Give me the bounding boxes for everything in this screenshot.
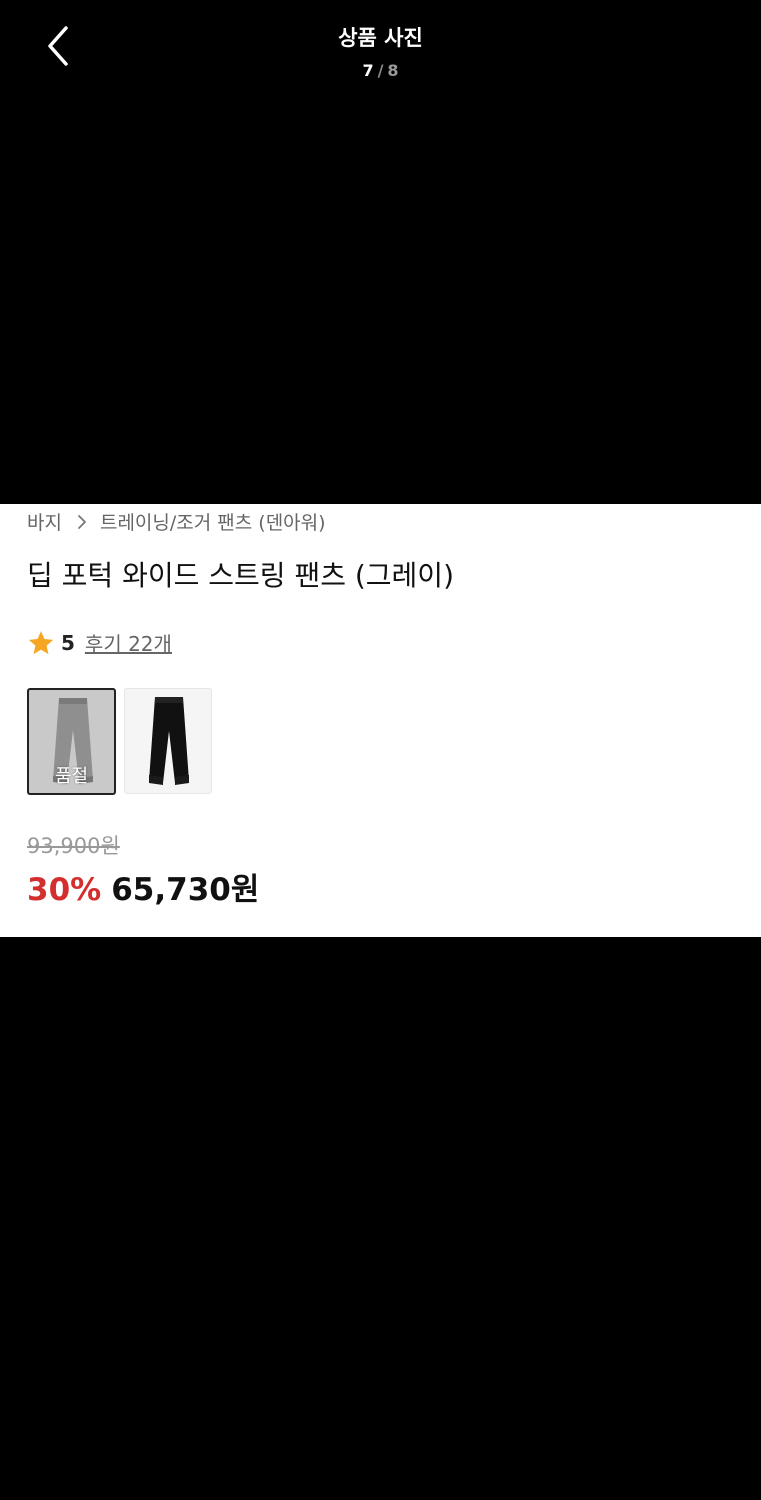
rating: 5 후기 22개 — [27, 628, 172, 657]
option-thumbnail-gray[interactable]: 품절 — [27, 688, 116, 795]
price-row: 30% 65,730원 — [27, 864, 259, 909]
counter-current: 7 — [362, 61, 374, 80]
breadcrumb-item-pants[interactable]: 바지 — [27, 508, 62, 535]
soldout-label: 품절 — [54, 766, 89, 787]
top-bar: 상품 사진 7/8 — [0, 0, 761, 100]
photo-counter: 7/8 — [0, 61, 761, 80]
option-thumbnail-black[interactable] — [124, 688, 212, 794]
original-price: 93,900원 — [27, 834, 120, 858]
page-title: 상품 사진 — [338, 26, 423, 50]
breadcrumb-item-training-jogger[interactable]: 트레이닝/조거 팬츠 (덴아워) — [100, 508, 326, 535]
counter-total: 8 — [387, 61, 399, 80]
counter-separator: / — [377, 61, 384, 80]
product-name: 딥 포턱 와이드 스트링 팬츠 (그레이) — [27, 559, 454, 592]
rating-score: 5 — [61, 630, 75, 655]
black-pants-image — [149, 697, 189, 785]
reviews-link[interactable]: 후기 22개 — [85, 628, 172, 657]
photo-viewer[interactable] — [0, 100, 761, 504]
star-icon — [28, 630, 54, 654]
color-options: 품절 — [27, 688, 220, 795]
sale-price: 65,730원 — [111, 872, 260, 908]
product-info-panel: 바지 트레이닝/조거 팬츠 (덴아워) 딥 포턱 와이드 스트링 팬츠 (그레이… — [0, 504, 761, 937]
chevron-right-icon — [78, 514, 86, 529]
breadcrumb: 바지 트레이닝/조거 팬츠 (덴아워) — [27, 508, 326, 535]
discount-rate: 30% — [27, 872, 102, 908]
photo-viewer-lower[interactable] — [0, 937, 761, 1500]
